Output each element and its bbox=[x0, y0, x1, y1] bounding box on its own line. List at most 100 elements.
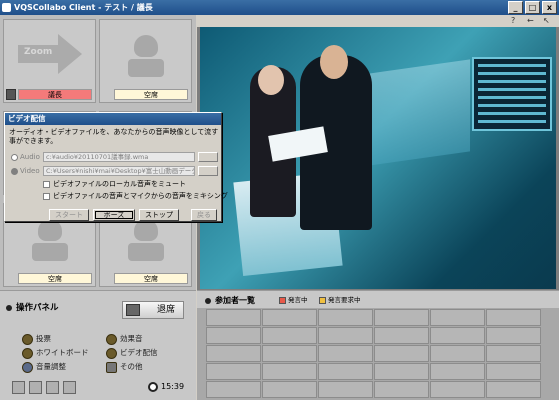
volume-adjust-button[interactable]: 音量調整 bbox=[22, 361, 66, 373]
dialog-title: ビデオ配信 bbox=[5, 113, 221, 125]
start-button[interactable]: スタート bbox=[49, 209, 89, 221]
video-distribution-toggle[interactable]: ビデオ配信 bbox=[106, 347, 158, 359]
gear-icon bbox=[106, 361, 117, 373]
participant-list-header: 参加者一覧 発言中 発言要求中 bbox=[197, 291, 559, 308]
participant-cell[interactable] bbox=[430, 381, 485, 398]
tile-label: 議長 bbox=[18, 89, 92, 100]
zoom-text: Zoom bbox=[24, 47, 53, 57]
other-settings-button[interactable]: その他 bbox=[106, 361, 143, 373]
tile-label: 空席 bbox=[18, 273, 92, 284]
exit-button[interactable]: 退席 bbox=[122, 301, 184, 319]
stop-button[interactable]: ストップ bbox=[139, 209, 179, 221]
legend-speaking: 発言中 bbox=[279, 296, 308, 304]
mix-audio-checkbox[interactable]: ビデオファイルの音声とマイクからの音声をミキシング bbox=[43, 191, 228, 201]
dialog-description: オーディオ・ビデオファイルを、あなたからの音声映像として流す事ができます。 bbox=[9, 128, 219, 145]
toggle-icon bbox=[22, 347, 33, 359]
vote-toggle[interactable]: 投票 bbox=[22, 333, 51, 345]
participant-cell[interactable] bbox=[318, 381, 373, 398]
participant-cell[interactable] bbox=[486, 309, 541, 326]
main-video-area: ? ← ↖ bbox=[197, 15, 559, 290]
toggle-icon bbox=[22, 333, 33, 345]
participant-list-title: 参加者一覧 bbox=[205, 295, 255, 306]
audio-radio[interactable]: Audio bbox=[11, 152, 40, 162]
chat-icon[interactable] bbox=[12, 381, 25, 394]
video-distribution-dialog: ビデオ配信 オーディオ・ビデオファイルを、あなたからの音声映像として流す事ができ… bbox=[4, 112, 228, 222]
users-icon[interactable] bbox=[29, 381, 42, 394]
data-screen-panel bbox=[472, 57, 552, 131]
zoom-arrow-icon: Zoom bbox=[18, 34, 82, 74]
tile-label: 空席 bbox=[114, 89, 188, 100]
participant-cell[interactable] bbox=[206, 381, 261, 398]
whiteboard-toggle[interactable]: ホワイトボード bbox=[22, 347, 89, 359]
video-frame bbox=[200, 27, 556, 289]
volume-icon bbox=[22, 361, 33, 373]
back-button[interactable]: 戻る bbox=[191, 209, 217, 221]
minimize-button[interactable]: _ bbox=[508, 1, 523, 14]
participant-cell[interactable] bbox=[262, 327, 317, 344]
exit-icon bbox=[126, 304, 140, 316]
flag-icon[interactable] bbox=[63, 381, 76, 394]
lock-icon[interactable] bbox=[46, 381, 59, 394]
participant-cell[interactable] bbox=[318, 345, 373, 362]
video-browse-button[interactable] bbox=[198, 166, 218, 176]
participant-cell[interactable] bbox=[486, 363, 541, 380]
participant-cell[interactable] bbox=[318, 309, 373, 326]
empty-seat-icon bbox=[128, 35, 164, 77]
participant-cell[interactable] bbox=[262, 309, 317, 326]
participant-cell[interactable] bbox=[206, 363, 261, 380]
control-panel-title: 操作パネル bbox=[6, 301, 59, 313]
participant-cell[interactable] bbox=[262, 381, 317, 398]
person-face bbox=[320, 45, 348, 79]
participant-cell[interactable] bbox=[430, 327, 485, 344]
legend-requesting: 発言要求中 bbox=[319, 296, 361, 304]
speaker-icon[interactable] bbox=[6, 89, 16, 100]
participant-grid bbox=[206, 309, 541, 398]
toggle-icon bbox=[106, 333, 117, 345]
tile-chair[interactable]: Zoom 議長 bbox=[3, 19, 96, 103]
video-toolstrip: ? ← ↖ bbox=[197, 15, 559, 27]
control-toolbar bbox=[12, 381, 76, 394]
participant-cell[interactable] bbox=[486, 327, 541, 344]
participant-cell[interactable] bbox=[374, 381, 429, 398]
participant-cell[interactable] bbox=[486, 381, 541, 398]
expand-icon[interactable]: ↖ bbox=[543, 16, 550, 25]
help-icon[interactable]: ? bbox=[511, 16, 515, 25]
participant-cell[interactable] bbox=[374, 345, 429, 362]
sound-effect-toggle[interactable]: 効果音 bbox=[106, 333, 143, 345]
image-panel bbox=[362, 59, 470, 167]
window-title: VQSCollabo Client - テスト / 議長 bbox=[14, 3, 153, 12]
empty-seat-icon bbox=[128, 219, 164, 261]
video-path-field[interactable]: C:¥Users¥nishi¥mai¥Desktop¥富士山動画データ¥ bbox=[43, 166, 195, 176]
participant-list-panel: 参加者一覧 発言中 発言要求中 bbox=[197, 290, 559, 400]
participant-cell[interactable] bbox=[206, 309, 261, 326]
participant-cell[interactable] bbox=[318, 363, 373, 380]
participant-cell[interactable] bbox=[262, 345, 317, 362]
window-titlebar: VQSCollabo Client - テスト / 議長 _ □ x bbox=[0, 0, 559, 15]
participant-cell[interactable] bbox=[374, 309, 429, 326]
close-button[interactable]: x bbox=[542, 1, 557, 14]
clock-display: 15:39 bbox=[148, 381, 184, 393]
mute-local-checkbox[interactable]: ビデオファイルのローカル音声をミュート bbox=[43, 179, 186, 189]
audio-browse-button[interactable] bbox=[198, 152, 218, 162]
back-arrow-icon[interactable]: ← bbox=[527, 16, 534, 25]
maximize-button[interactable]: □ bbox=[525, 1, 540, 14]
participant-cell[interactable] bbox=[374, 363, 429, 380]
participant-cell[interactable] bbox=[206, 327, 261, 344]
participant-cell[interactable] bbox=[430, 363, 485, 380]
person-face bbox=[258, 65, 284, 95]
audio-path-field[interactable]: c:¥audio¥20110701議事録.wma bbox=[43, 152, 195, 162]
participant-cell[interactable] bbox=[430, 309, 485, 326]
toggle-icon bbox=[106, 347, 117, 359]
app-icon bbox=[2, 3, 11, 12]
participant-cell[interactable] bbox=[430, 345, 485, 362]
participant-cell[interactable] bbox=[374, 327, 429, 344]
control-panel: 操作パネル 退席 投票 効果音 ホワイトボード ビデオ配信 音量調整 その他 1… bbox=[0, 290, 196, 400]
pause-button[interactable]: ポーズ bbox=[93, 209, 135, 221]
participant-cell[interactable] bbox=[262, 363, 317, 380]
participant-cell[interactable] bbox=[206, 345, 261, 362]
video-radio[interactable]: Video bbox=[11, 166, 40, 176]
participant-cell[interactable] bbox=[486, 345, 541, 362]
participant-cell[interactable] bbox=[318, 327, 373, 344]
tile-seat-2[interactable]: 空席 bbox=[99, 19, 192, 103]
empty-seat-icon bbox=[32, 219, 68, 261]
